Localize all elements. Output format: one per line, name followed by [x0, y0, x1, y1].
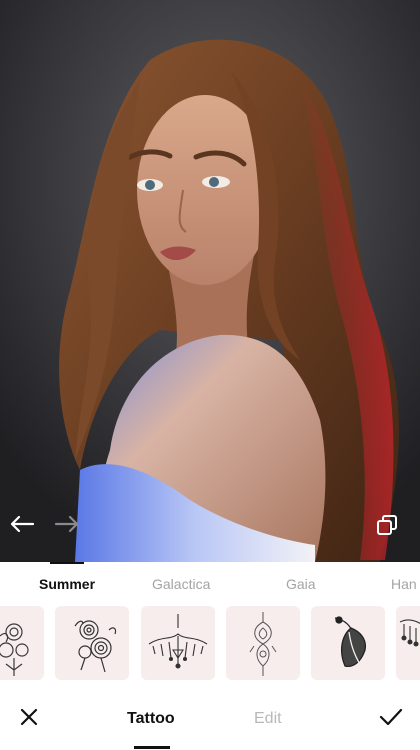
tab-summer[interactable]: Summer [39, 576, 95, 592]
tattoo-thumb-peony[interactable] [55, 606, 129, 680]
close-icon [20, 708, 38, 726]
tattoo-thumb-lace[interactable] [396, 606, 420, 680]
peony-tattoo-icon [74, 620, 117, 673]
tattoo-thumb-feather[interactable] [311, 606, 385, 680]
compare-copy-icon [377, 515, 397, 535]
close-button[interactable] [14, 702, 44, 732]
tattoo-thumb-floral[interactable] [0, 606, 44, 680]
lace-tattoo-icon [399, 619, 420, 647]
arrow-left-icon [10, 515, 35, 533]
category-tabs: Summer Galactica Gaia Han [0, 562, 420, 606]
bottom-toolbar: Tattoo Edit [0, 688, 420, 750]
tab-gaia[interactable]: Gaia [286, 576, 316, 592]
tab-galactica[interactable]: Galactica [152, 576, 210, 592]
photo-canvas[interactable] [0, 0, 420, 562]
floral-tattoo-icon [0, 623, 29, 676]
portrait-photo [0, 0, 420, 562]
active-category-indicator [50, 562, 84, 564]
tab-han[interactable]: Han [391, 576, 417, 592]
tab-edit[interactable]: Edit [254, 710, 282, 728]
checkmark-icon [379, 708, 403, 726]
tattoo-thumb-lotus[interactable] [226, 606, 300, 680]
arrow-right-icon [54, 515, 79, 533]
redo-button[interactable] [54, 514, 88, 548]
tab-tattoo[interactable]: Tattoo [127, 710, 175, 728]
confirm-button[interactable] [376, 702, 406, 732]
lotus-tattoo-icon [249, 612, 277, 676]
undo-button[interactable] [9, 514, 43, 548]
tattoo-thumb-chandelier[interactable] [141, 606, 215, 680]
tattoo-thumbnail-strip [0, 606, 420, 680]
active-mode-indicator [134, 746, 170, 749]
chandelier-tattoo-icon [148, 614, 208, 669]
tattoo-editor-screen: Summer Galactica Gaia Han Tattoo Edit [0, 0, 420, 750]
feather-tattoo-icon [334, 616, 367, 673]
compare-button[interactable] [376, 514, 410, 548]
